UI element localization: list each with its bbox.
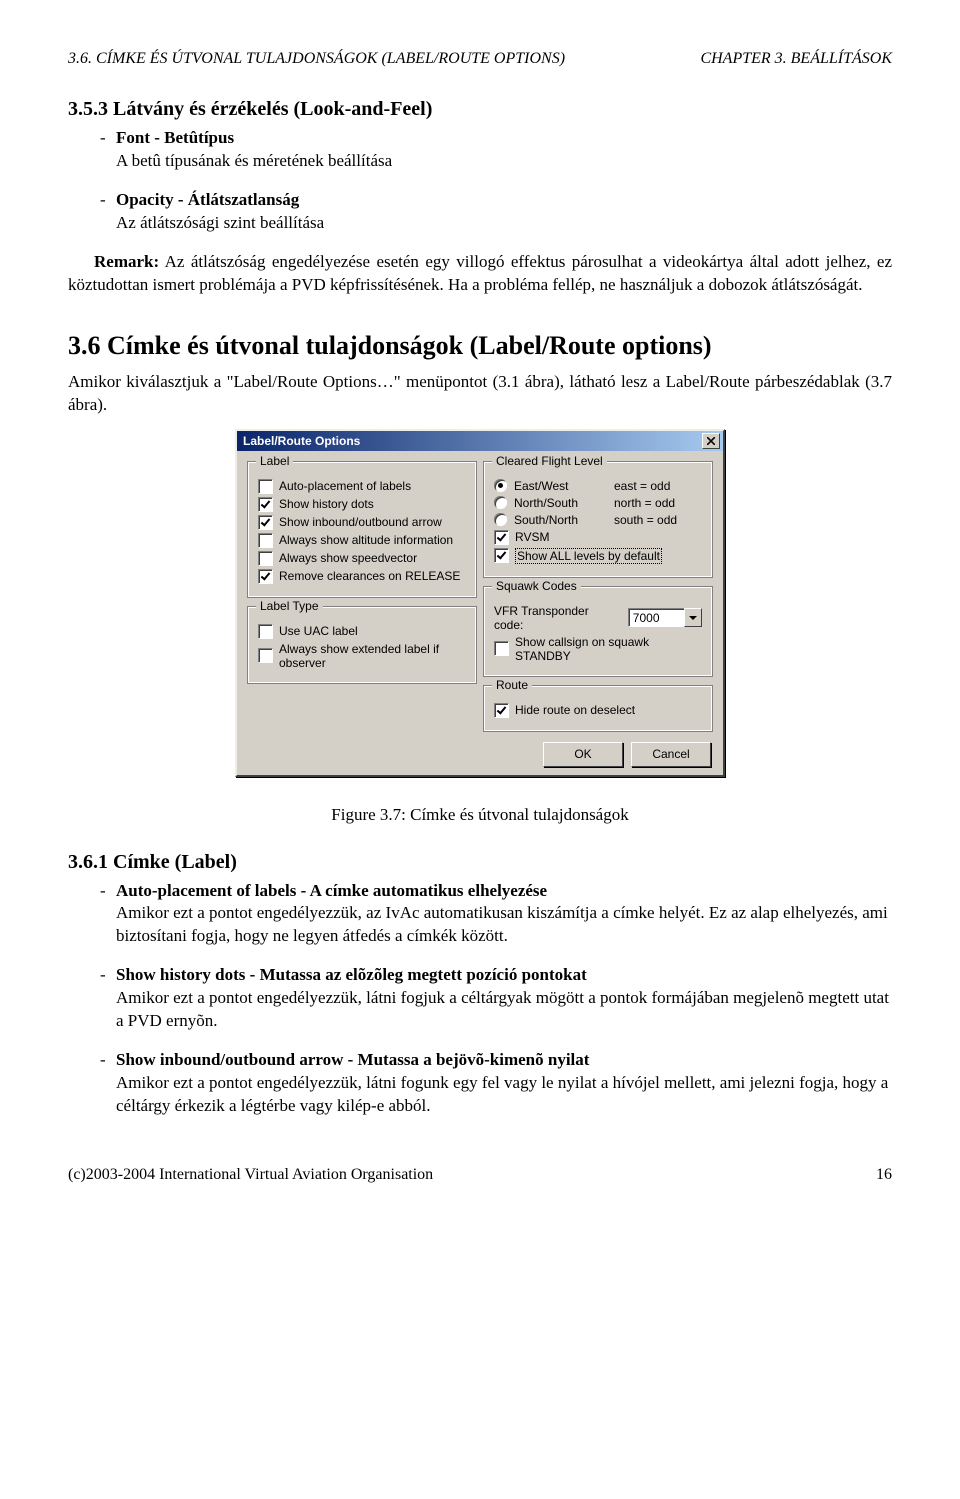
- footer-page-number: 16: [876, 1166, 892, 1184]
- ok-button[interactable]: OK: [543, 742, 623, 767]
- radio-hint: south = odd: [614, 513, 702, 527]
- remark-block: Remark: Az átlátszóság engedélyezése ese…: [68, 251, 892, 297]
- header-right: CHAPTER 3. BEÁLLÍTÁSOK: [700, 50, 892, 68]
- item-font-body: A betû típusának és méretének beállítása: [116, 151, 392, 170]
- checkbox-label: Auto-placement of labels: [279, 479, 411, 493]
- checkbox-always-show-extended-label-if-observer[interactable]: [258, 648, 273, 663]
- group-label-type-title: Label Type: [256, 599, 323, 613]
- item-history-dots-head: Show history dots - Mutassa az elõzõleg …: [116, 965, 587, 984]
- group-label-type: Label Type Use UAC labelAlways show exte…: [247, 606, 477, 684]
- radio-east-west[interactable]: [494, 479, 507, 492]
- group-label: Label Auto-placement of labelsShow histo…: [247, 461, 477, 598]
- group-cfl-title: Cleared Flight Level: [492, 454, 607, 468]
- checkbox-label: RVSM: [515, 530, 549, 544]
- group-squawk-codes: Squawk Codes VFR Transponder code: 7000 …: [483, 586, 713, 677]
- intro-3-6: Amikor kiválasztjuk a "Label/Route Optio…: [68, 371, 892, 417]
- checkbox-remove-clearances-on-release[interactable]: [258, 569, 273, 584]
- vfr-code-label: VFR Transponder code:: [494, 604, 620, 632]
- heading-3-6-1: 3.6.1 Címke (Label): [68, 851, 892, 874]
- checkbox-always-show-speedvector[interactable]: [258, 551, 273, 566]
- vfr-code-dropdown-button[interactable]: [684, 608, 702, 627]
- checkbox-show-callsign-standby[interactable]: [494, 641, 509, 656]
- checkbox-hide-route-on-deselect-label: Hide route on deselect: [515, 703, 635, 717]
- item-autoplace-head: Auto-placement of labels - A címke autom…: [116, 881, 547, 900]
- checkbox-label: Use UAC label: [279, 624, 358, 638]
- group-route: Route Hide route on deselect: [483, 685, 713, 732]
- item-opacity-body: Az átlátszósági szint beállítása: [116, 213, 324, 232]
- heading-3-5-3: 3.5.3 Látvány és érzékelés (Look-and-Fee…: [68, 98, 892, 121]
- label-route-dialog: Label/Route Options Label Auto-placement…: [235, 429, 725, 777]
- group-cleared-flight-level: Cleared Flight Level East/Westeast = odd…: [483, 461, 713, 578]
- heading-3-6: 3.6 Címke és útvonal tulajdonságok (Labe…: [68, 331, 892, 361]
- group-squawk-title: Squawk Codes: [492, 579, 581, 593]
- checkbox-show-history-dots[interactable]: [258, 497, 273, 512]
- dialog-title-bar[interactable]: Label/Route Options: [237, 431, 723, 451]
- checkbox-always-show-altitude-information[interactable]: [258, 533, 273, 548]
- checkbox-label: Remove clearances on RELEASE: [279, 569, 460, 583]
- group-route-title: Route: [492, 678, 532, 692]
- checkbox-show-all-levels-by-default[interactable]: [494, 548, 509, 563]
- checkbox-show-inbound-outbound-arrow[interactable]: [258, 515, 273, 530]
- radio-label: North/South: [514, 496, 614, 510]
- cancel-button[interactable]: Cancel: [631, 742, 711, 767]
- figure-caption: Figure 3.7: Címke és útvonal tulajdonság…: [68, 805, 892, 825]
- radio-south-north[interactable]: [494, 513, 507, 526]
- checkbox-label: Show ALL levels by default: [515, 548, 662, 564]
- radio-hint: north = odd: [614, 496, 702, 510]
- checkbox-auto-placement-of-labels[interactable]: [258, 479, 273, 494]
- close-icon: [707, 437, 715, 445]
- item-autoplace-body: Amikor ezt a pontot engedélyezzük, az Iv…: [116, 903, 888, 945]
- header-left: 3.6. CÍMKE ÉS ÚTVONAL TULAJDONSÁGOK (LAB…: [68, 50, 565, 68]
- radio-label: South/North: [514, 513, 614, 527]
- checkbox-label: Always show speedvector: [279, 551, 417, 565]
- vfr-code-input[interactable]: 7000: [628, 608, 685, 627]
- checkbox-rvsm[interactable]: [494, 530, 509, 545]
- checkbox-show-callsign-standby-label: Show callsign on squawk STANDBY: [515, 635, 702, 663]
- list-3-5-3: Font - Betûtípus A betû típusának és mér…: [68, 127, 892, 235]
- footer-left: (c)2003-2004 International Virtual Aviat…: [68, 1166, 433, 1184]
- close-button[interactable]: [702, 433, 720, 449]
- item-history-dots-body: Amikor ezt a pontot engedélyezzük, látni…: [116, 988, 889, 1030]
- dialog-title: Label/Route Options: [243, 434, 360, 448]
- chevron-down-icon: [689, 616, 697, 620]
- group-label-title: Label: [256, 454, 293, 468]
- page-header: 3.6. CÍMKE ÉS ÚTVONAL TULAJDONSÁGOK (LAB…: [68, 50, 892, 68]
- item-opacity-head: Opacity - Átlátszatlanság: [116, 190, 299, 209]
- checkbox-hide-route-on-deselect[interactable]: [494, 703, 509, 718]
- checkbox-label: Show inbound/outbound arrow: [279, 515, 442, 529]
- remark-text: Az átlátszóság engedélyezése esetén egy …: [68, 252, 892, 294]
- item-inout-arrow-head: Show inbound/outbound arrow - Mutassa a …: [116, 1050, 589, 1069]
- checkbox-label: Show history dots: [279, 497, 374, 511]
- remark-label: Remark:: [94, 252, 159, 271]
- radio-north-south[interactable]: [494, 496, 507, 509]
- checkbox-use-uac-label[interactable]: [258, 624, 273, 639]
- radio-hint: east = odd: [614, 479, 702, 493]
- item-font-head: Font - Betûtípus: [116, 128, 234, 147]
- item-inout-arrow-body: Amikor ezt a pontot engedélyezzük, látni…: [116, 1073, 888, 1115]
- radio-label: East/West: [514, 479, 614, 493]
- checkbox-label: Always show altitude information: [279, 533, 453, 547]
- checkbox-label: Always show extended label if observer: [279, 642, 466, 670]
- page-footer: (c)2003-2004 International Virtual Aviat…: [68, 1166, 892, 1184]
- list-3-6-1: Auto-placement of labels - A címke autom…: [68, 880, 892, 1118]
